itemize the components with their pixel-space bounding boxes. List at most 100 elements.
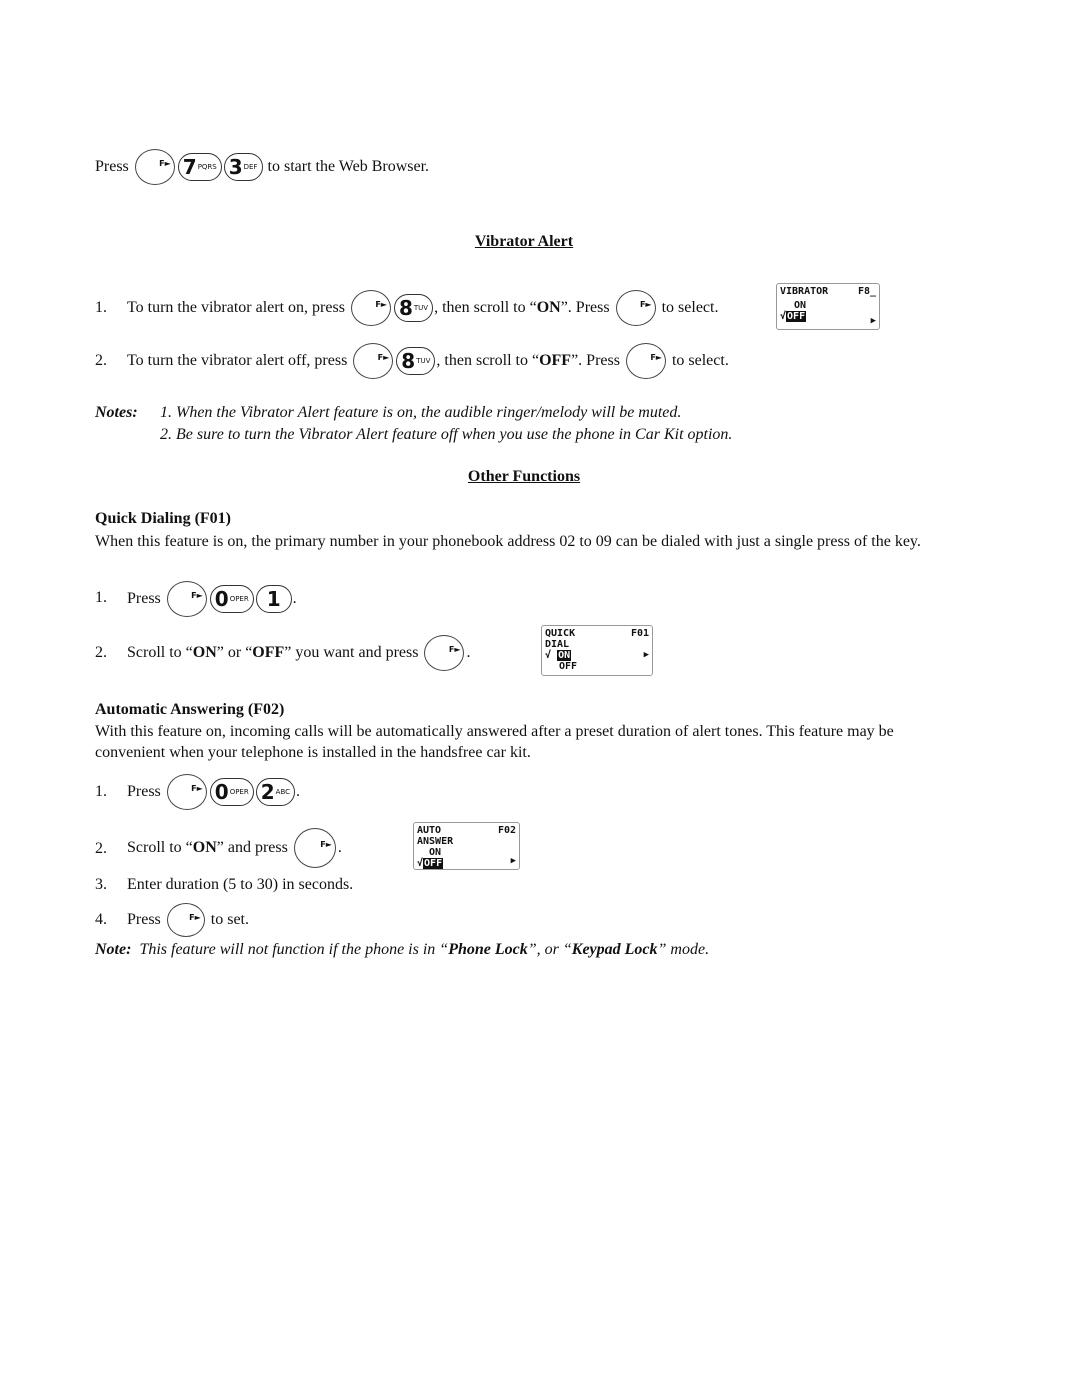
text-span: This feature will not function if the ph… (131, 941, 449, 958)
text-span: OFF (252, 644, 285, 661)
function-key-icon: F► (166, 903, 205, 937)
text-span: AUTO F02 (417, 825, 516, 836)
step-text: , then scroll to “ (434, 299, 537, 316)
text-span: ANSWER (417, 836, 454, 847)
text-span: 2 (260, 780, 275, 804)
step-text: to select. (671, 352, 729, 369)
text-span: ”, or “ (527, 941, 572, 958)
text-span: F► (320, 840, 332, 849)
intro-text: to start the Web Browser. (267, 158, 430, 175)
function-key-icon: F► (353, 343, 394, 379)
text-span: . (466, 644, 471, 661)
item-number: 2. (95, 644, 107, 661)
step-bold: ON (536, 299, 561, 316)
vibrator-step-2: To turn the vibrator alert off, press F►… (127, 341, 729, 381)
other-functions-title: Other Functions (467, 468, 581, 485)
quick-step-1: Press F► 0 OPER 1 . (127, 580, 297, 618)
text-span: TUV (413, 304, 429, 312)
document-page: Press F► 7 PQRS 3 DEF to start the Web Bro… (0, 0, 1080, 1397)
text-span: F► (639, 300, 652, 309)
text-span: QUICK (545, 628, 576, 639)
text-span: ” you want and press (284, 644, 419, 661)
text-span: ABC (275, 788, 291, 796)
key-2-icon: 2 ABC (255, 778, 296, 806)
text-span: F► (375, 300, 387, 309)
notes-label: Notes: (95, 404, 138, 421)
auto-step-4: Press F► to set. (127, 902, 249, 938)
text-span: TUV (416, 357, 431, 365)
step-text: To turn the vibrator alert off, press (127, 352, 348, 369)
text-span: F► (159, 159, 171, 168)
text-span: VIBRATOR (780, 286, 829, 297)
function-key-icon: F► (166, 774, 207, 810)
text-span: . (337, 839, 342, 856)
key-7-icon: 7 PQRS (177, 153, 222, 181)
step-text: ”. Press (560, 299, 610, 316)
text-span: ON (192, 644, 217, 661)
text-span: OFF (786, 311, 807, 322)
key-0-icon: 0 OPER (209, 778, 254, 806)
item-number: 2. (95, 352, 107, 369)
text-span: √OFF (780, 311, 876, 322)
text-span: ON (192, 839, 217, 856)
text-span: F01 (630, 628, 649, 639)
text-span: ” mode. (657, 941, 710, 958)
text-span: ON (557, 650, 572, 661)
key-8-icon: 8 TUV (393, 294, 434, 322)
text-span: DIAL (545, 639, 570, 650)
note-2: 2. Be sure to turn the Vibrator Alert fe… (160, 426, 733, 443)
text-span: OFF (559, 661, 578, 672)
function-key-icon: F► (350, 290, 391, 326)
item-number: 2. (95, 840, 107, 857)
step-text: To turn the vibrator alert on, press (127, 299, 345, 316)
text-span: PQRS (197, 163, 217, 171)
text-span: 1 (266, 587, 281, 611)
auto-answer-heading: Automatic Answering (F02) (95, 701, 285, 718)
text-span: 7 (182, 155, 197, 179)
vibrator-screen-image: VIBRATOR F8_ ON √OFF ▶ (776, 283, 880, 330)
item-number: 1. (95, 783, 107, 800)
text-span: 3 (228, 155, 243, 179)
text-span: ” or “ (216, 644, 253, 661)
key-0-icon: 0 OPER (209, 585, 254, 613)
function-key-icon: F► (134, 149, 175, 185)
text-span: . (296, 783, 301, 800)
text-span: F02 (497, 825, 516, 836)
auto-answer-note: Note: This feature will not function if … (95, 941, 709, 959)
function-key-icon: F► (424, 635, 465, 671)
key-1-icon: 1 (255, 585, 292, 613)
item-number: 3. (95, 876, 107, 893)
step-text: Press (127, 590, 161, 607)
text-span: Press (127, 783, 161, 800)
auto-answer-description: With this feature on, incoming calls wil… (95, 723, 894, 761)
text-span: F► (650, 353, 662, 362)
text-span: √OFF (417, 858, 516, 869)
function-key-icon: F► (293, 828, 336, 868)
text-span: Scroll to “ (127, 644, 193, 661)
vibrator-step-1: To turn the vibrator alert on, press F► … (127, 288, 718, 328)
text-span: Press (127, 911, 161, 928)
text-span: 8 (398, 296, 413, 320)
text-span: VIBRATOR F8_ (780, 286, 876, 297)
text-span: F► (448, 645, 461, 654)
text-span: QUICK F01 (545, 628, 649, 639)
text-span: OFF (423, 858, 444, 869)
text-span: √ ON (545, 650, 649, 661)
text-span: F► (189, 913, 201, 922)
text-span: ▶ (870, 316, 876, 326)
item-number: 1. (95, 589, 107, 606)
text-span: 0 (214, 587, 229, 611)
text-span: ON (794, 300, 807, 311)
item-number: 1. (95, 299, 107, 316)
text-span: ▶ (510, 856, 516, 866)
text-span: F8_ (857, 286, 876, 297)
text-span: 8 (401, 349, 416, 373)
function-key-icon: F► (625, 343, 666, 379)
key-8-icon: 8 TUV (396, 347, 436, 375)
quick-dialing-heading: Quick Dialing (F01) (95, 510, 232, 527)
text-span: F► (377, 353, 390, 362)
text-span: AUTO (417, 825, 442, 836)
text-span: √ (545, 650, 552, 661)
quick-dial-screen-image: QUICK F01 DIAL √ ON OFF ▶ (541, 625, 653, 676)
intro-press: Press (95, 158, 129, 175)
